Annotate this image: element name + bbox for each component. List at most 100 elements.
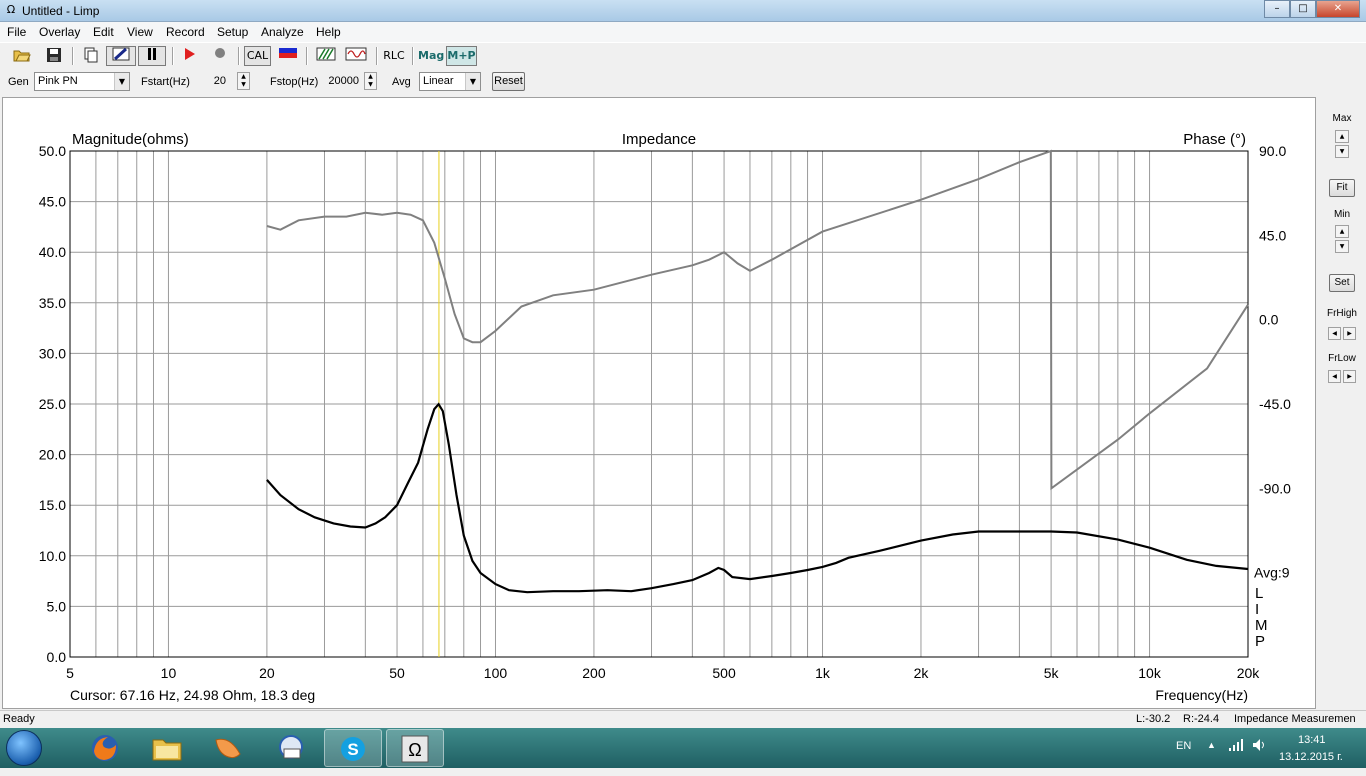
- limp-icon[interactable]: Ω: [386, 729, 444, 767]
- status-text: Ready: [3, 713, 35, 725]
- fstart-spinner[interactable]: ▲ ▼: [237, 72, 250, 90]
- x-axis-title: Frequency(Hz): [1155, 687, 1248, 703]
- side-letter: M: [1255, 617, 1268, 634]
- taskbar: S Ω EN ▲ 13:41 13.12.2015 г.: [0, 728, 1366, 768]
- set-button[interactable]: Set: [1329, 274, 1355, 292]
- record-icon[interactable]: [210, 46, 230, 66]
- open-icon[interactable]: [10, 46, 34, 66]
- y-tick-label: 15.0: [39, 497, 66, 513]
- min-down-spinner[interactable]: ▼: [1335, 240, 1349, 253]
- close-button[interactable]: ✕: [1316, 0, 1360, 18]
- avg-label: Avg: [392, 76, 411, 88]
- toolbar: CAL RLC Mag M+P: [0, 42, 1366, 68]
- cal-button[interactable]: CAL: [244, 46, 271, 66]
- pause-icon[interactable]: [138, 46, 166, 66]
- x-tick-label: 20k: [1237, 665, 1261, 681]
- mail-icon[interactable]: [262, 729, 320, 767]
- hatch-icon[interactable]: [314, 46, 338, 66]
- status-bar: Ready L:-30.2 R:-24.4 Impedance Measurem…: [0, 710, 1366, 728]
- clock-time[interactable]: 13:41: [1298, 734, 1326, 746]
- max-up-spinner[interactable]: ▲: [1335, 130, 1349, 143]
- mag-phase-button[interactable]: M+P: [446, 46, 477, 66]
- signal-icon[interactable]: [1228, 738, 1244, 755]
- fstart-label: Fstart(Hz): [141, 76, 190, 88]
- copy-icon[interactable]: [80, 46, 102, 66]
- status-r-value: R:-24.4: [1183, 713, 1220, 725]
- avg-count: Avg:9: [1254, 565, 1290, 581]
- title-bar: Ω Untitled - Limp – □ ✕: [0, 0, 1366, 22]
- y2-tick-label: 0.0: [1259, 312, 1279, 328]
- min-up-spinner[interactable]: ▲: [1335, 225, 1349, 238]
- play-icon[interactable]: [180, 46, 200, 66]
- fstop-label: Fstop(Hz): [270, 76, 319, 88]
- side-letter: L: [1255, 585, 1263, 602]
- x-tick-label: 100: [484, 665, 508, 681]
- gen-label: Gen: [8, 76, 29, 88]
- fstop-spinner[interactable]: ▲ ▼: [364, 72, 377, 90]
- start-button[interactable]: [6, 730, 42, 766]
- fstop-field[interactable]: 20000: [322, 72, 362, 90]
- chart-title: Impedance: [622, 131, 696, 148]
- language-indicator[interactable]: EN: [1176, 740, 1191, 752]
- wave-icon[interactable]: [343, 46, 369, 66]
- x-tick-label: 2k: [914, 665, 930, 681]
- x-tick-label: 200: [582, 665, 606, 681]
- menu-analyze[interactable]: Analyze: [261, 25, 304, 39]
- frlow-left-spinner[interactable]: ◀: [1328, 370, 1341, 383]
- menu-view[interactable]: View: [127, 25, 153, 39]
- minimize-button[interactable]: –: [1264, 0, 1290, 18]
- y-tick-label: 30.0: [39, 345, 66, 361]
- reset-button[interactable]: Reset: [492, 72, 525, 91]
- fstart-field[interactable]: 20: [195, 72, 229, 90]
- firefox-icon[interactable]: [76, 729, 134, 767]
- scale-panel: Max ▲ ▼ Fit Min ▲ ▼ Set FrHigh ◀ ▶ FrLow…: [1318, 97, 1366, 709]
- frhigh-right-spinner[interactable]: ▶: [1343, 327, 1356, 340]
- generator-select[interactable]: Pink PN ▼: [34, 72, 130, 91]
- y-tick-label: 35.0: [39, 295, 66, 311]
- cursor-readout: Cursor: 67.16 Hz, 24.98 Ohm, 18.3 deg: [70, 687, 315, 703]
- clock-date[interactable]: 13.12.2015 г.: [1279, 751, 1343, 763]
- menu-file[interactable]: File: [7, 25, 26, 39]
- color-bar-icon[interactable]: [276, 46, 300, 66]
- maximize-button[interactable]: □: [1290, 0, 1316, 18]
- volume-icon[interactable]: [1252, 738, 1268, 755]
- frlow-right-spinner[interactable]: ▶: [1343, 370, 1356, 383]
- max-down-spinner[interactable]: ▼: [1335, 145, 1349, 158]
- mag-button[interactable]: Mag: [417, 46, 444, 66]
- side-letter: P: [1255, 633, 1265, 650]
- x-tick-label: 20: [259, 665, 275, 681]
- y-tick-label: 20.0: [39, 447, 66, 463]
- status-mode: Impedance Measuremen: [1234, 713, 1356, 725]
- x-tick-label: 1k: [815, 665, 831, 681]
- run-mode-icon[interactable]: [106, 46, 136, 66]
- omega-icon: Ω: [6, 3, 16, 16]
- impedance-chart[interactable]: 0.05.010.015.020.025.030.035.040.045.050…: [3, 98, 1315, 708]
- avg-select[interactable]: Linear ▼: [419, 72, 481, 91]
- folder-icon[interactable]: [138, 729, 196, 767]
- plot-area[interactable]: 0.0 5.0 10.0 15.0 20.0 25.0 30.0 35.0 40.0 45.0 50…: [2, 97, 1316, 709]
- rlc-button[interactable]: RLC: [381, 46, 407, 66]
- generator-value: Pink PN: [38, 75, 78, 87]
- y-tick-label: 25.0: [39, 396, 66, 412]
- svg-text:S: S: [347, 740, 358, 759]
- save-icon[interactable]: [42, 46, 66, 66]
- menu-help[interactable]: Help: [316, 25, 341, 39]
- chevron-down-icon: ▼: [114, 73, 129, 90]
- max-label: Max: [1332, 113, 1352, 124]
- y-tick-label: 45.0: [39, 194, 66, 210]
- side-letter: I: [1255, 601, 1259, 618]
- skype-icon[interactable]: S: [324, 729, 382, 767]
- window-title: Untitled - Limp: [22, 4, 100, 18]
- fruit-icon[interactable]: [199, 729, 257, 767]
- menu-overlay[interactable]: Overlay: [39, 25, 80, 39]
- menu-record[interactable]: Record: [166, 25, 205, 39]
- menu-edit[interactable]: Edit: [93, 25, 114, 39]
- generator-bar: Gen Pink PN ▼ Fstart(Hz) 20 ▲ ▼ Fstop(Hz)…: [0, 68, 1366, 96]
- frhigh-left-spinner[interactable]: ◀: [1328, 327, 1341, 340]
- magnitude-series: [266, 402, 1249, 594]
- y-tick-label: 5.0: [47, 598, 67, 614]
- fit-button[interactable]: Fit: [1329, 179, 1355, 197]
- menu-setup[interactable]: Setup: [217, 25, 248, 39]
- tray-expand-icon[interactable]: ▲: [1207, 740, 1216, 750]
- x-tick-label: 5: [66, 665, 74, 681]
